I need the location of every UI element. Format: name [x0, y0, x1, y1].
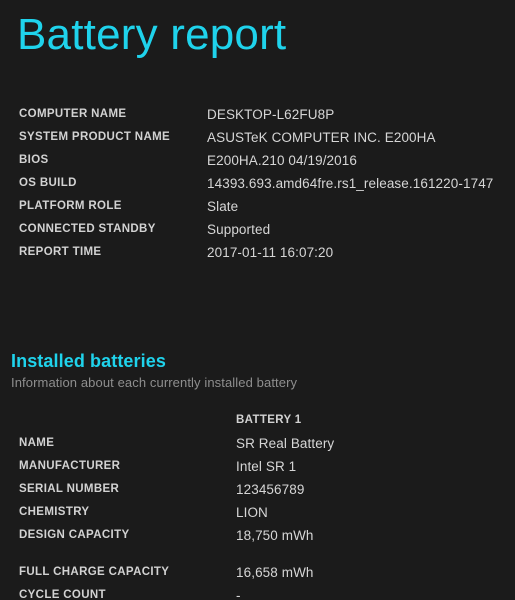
row-value: Slate — [207, 199, 239, 214]
row-value: Supported — [207, 222, 271, 237]
row-label: COMPUTER NAME — [19, 108, 127, 120]
row-label: DESIGN CAPACITY — [19, 529, 130, 541]
row-value: 18,750 mWh — [236, 528, 314, 543]
row-label: BIOS — [19, 154, 49, 166]
row-label-empty — [19, 409, 236, 432]
installed-batteries-subtitle: Information about each currently install… — [11, 375, 298, 390]
system-info-table-body: COMPUTER NAME DESKTOP-L62FU8P SYSTEM PRO… — [19, 103, 493, 264]
table-row: PLATFORM ROLE Slate — [19, 195, 493, 218]
table-spacer-row — [19, 547, 334, 561]
table-row: CONNECTED STANDBY Supported — [19, 218, 493, 241]
row-label: CYCLE COUNT — [19, 589, 106, 600]
installed-batteries-table: BATTERY 1 NAME SR Real Battery MANUFACTU… — [19, 409, 334, 600]
row-label: MANUFACTURER — [19, 460, 121, 472]
row-label: FULL CHARGE CAPACITY — [19, 566, 170, 578]
row-label: SYSTEM PRODUCT NAME — [19, 131, 171, 143]
row-value: 123456789 — [236, 482, 305, 497]
row-label: CONNECTED STANDBY — [19, 223, 156, 235]
row-value: - — [236, 588, 241, 600]
row-value: Intel SR 1 — [236, 459, 297, 474]
row-label: OS BUILD — [19, 177, 77, 189]
table-row: MANUFACTURER Intel SR 1 — [19, 455, 334, 478]
row-value: 16,658 mWh — [236, 565, 314, 580]
spacer-cell — [19, 547, 236, 561]
table-row: SERIAL NUMBER 123456789 — [19, 478, 334, 501]
page-title: Battery report — [17, 10, 287, 59]
row-label: REPORT TIME — [19, 246, 102, 258]
system-info-table: COMPUTER NAME DESKTOP-L62FU8P SYSTEM PRO… — [19, 103, 493, 264]
row-label: PLATFORM ROLE — [19, 200, 122, 212]
row-value: LION — [236, 505, 268, 520]
installed-batteries-table-body: BATTERY 1 NAME SR Real Battery MANUFACTU… — [19, 409, 334, 600]
row-value: DESKTOP-L62FU8P — [207, 107, 335, 122]
row-value: 2017-01-11 16:07:20 — [207, 245, 334, 260]
row-value: E200HA.210 04/19/2016 — [207, 153, 357, 168]
spacer-cell — [236, 547, 334, 561]
installed-batteries-heading: Installed batteries — [11, 351, 166, 371]
table-header-row: BATTERY 1 — [19, 409, 334, 432]
row-label: NAME — [19, 437, 55, 449]
table-row: OS BUILD 14393.693.amd64fre.rs1_release.… — [19, 172, 493, 195]
row-label: CHEMISTRY — [19, 506, 90, 518]
table-row: DESIGN CAPACITY 18,750 mWh — [19, 524, 334, 547]
row-label: SERIAL NUMBER — [19, 483, 120, 495]
table-row: COMPUTER NAME DESKTOP-L62FU8P — [19, 103, 493, 126]
table-row: SYSTEM PRODUCT NAME ASUSTeK COMPUTER INC… — [19, 126, 493, 149]
table-row: FULL CHARGE CAPACITY 16,658 mWh — [19, 561, 334, 584]
table-row: REPORT TIME 2017-01-11 16:07:20 — [19, 241, 493, 264]
table-row: BIOS E200HA.210 04/19/2016 — [19, 149, 493, 172]
row-value: SR Real Battery — [236, 436, 335, 451]
table-row: CHEMISTRY LION — [19, 501, 334, 524]
battery-column-header: BATTERY 1 — [236, 414, 302, 426]
table-row: CYCLE COUNT - — [19, 584, 334, 600]
row-value: 14393.693.amd64fre.rs1_release.161220-17… — [207, 176, 494, 191]
battery-report-page: Battery report COMPUTER NAME DESKTOP-L62… — [0, 0, 515, 600]
table-row: NAME SR Real Battery — [19, 432, 334, 455]
row-value: ASUSTeK COMPUTER INC. E200HA — [207, 130, 436, 145]
